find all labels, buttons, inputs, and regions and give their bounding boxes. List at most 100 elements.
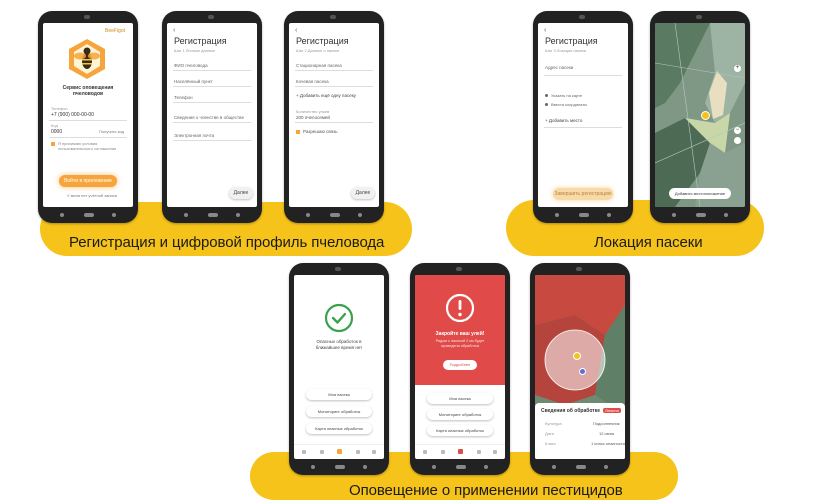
date-label: Дата <box>545 431 554 436</box>
tab-icon-1[interactable] <box>423 450 427 454</box>
brand-label: BeeFigot <box>105 28 126 34</box>
tab-icon-4[interactable] <box>477 450 481 454</box>
consent-checkbox[interactable] <box>51 142 55 146</box>
add-place-button[interactable]: + Добавить место <box>545 118 582 123</box>
screen-apiary-location-form: ‹ Регистрация Шаг 3 Локация пасеки Адрес… <box>538 23 628 207</box>
hive-count-field[interactable]: 200 пчелосемей <box>296 115 330 120</box>
tab-icon-4[interactable] <box>356 450 360 454</box>
code-field-label: Код <box>51 123 58 128</box>
consent-text: Я принимаю условия пользовательского сог… <box>58 141 117 151</box>
monitoring-button[interactable]: Мониторинг обработок <box>427 409 493 420</box>
divider <box>295 86 373 87</box>
danger-map-button[interactable]: Карта опасных обработок <box>427 425 493 436</box>
field-fio[interactable]: ФИО пчеловода <box>174 63 208 68</box>
address-field[interactable]: Адрес пасеки <box>545 65 573 70</box>
camera-dot <box>579 15 585 19</box>
alert-text: Рядом с пасекой 2 км будет проведена обр… <box>435 339 485 348</box>
field-email[interactable]: Электронная почта <box>174 133 214 138</box>
no-account-link[interactable]: У меня нет учётной записи <box>67 193 117 198</box>
apiary-marker-icon[interactable] <box>573 352 581 360</box>
divider <box>173 70 251 71</box>
back-arrow-icon[interactable]: ‹ <box>173 27 175 34</box>
crop-label: Культура <box>545 421 562 426</box>
phone-nav-bar <box>552 463 608 471</box>
add-hive-label: Добавить ещё одну пасеку <box>299 93 356 98</box>
locate-icon[interactable] <box>734 137 741 144</box>
finish-registration-button[interactable]: Завершить регистрацию <box>553 188 613 200</box>
page-title: Регистрация <box>174 36 227 46</box>
tab-icon-2[interactable] <box>320 450 324 454</box>
bottom-tab-bar <box>415 444 505 459</box>
divider <box>173 140 251 141</box>
my-apiary-button[interactable]: Моя пасека <box>306 389 372 400</box>
alert-title: Закройте ваш улей! <box>435 331 485 337</box>
add-location-button[interactable]: Добавить местоположение <box>669 188 731 199</box>
tab-icon-2[interactable] <box>441 450 445 454</box>
caption-registration: Регистрация и цифровой профиль пчеловода <box>69 234 385 251</box>
field-phone[interactable]: Телефон <box>174 95 193 100</box>
treatment-marker-icon[interactable] <box>579 368 586 375</box>
screen-danger-map: Сведения об обработке Опасно Культура По… <box>535 275 625 459</box>
contact-checkbox[interactable] <box>296 130 300 134</box>
satellite-map[interactable] <box>655 23 745 207</box>
page-subtitle: Шаг 1 Личные данные <box>174 48 216 53</box>
service-title: Сервис оповещения пчеловодов <box>62 85 114 97</box>
option-coords-radio[interactable] <box>545 103 548 106</box>
back-arrow-icon[interactable]: ‹ <box>295 27 297 34</box>
resend-code-link[interactable]: Получить код <box>99 129 124 134</box>
tab-icon-5[interactable] <box>493 450 497 454</box>
phone-login: BeeFigot Сервис оповещения пчеловодов Те… <box>38 11 138 223</box>
login-button[interactable]: Войти в приложение <box>59 175 117 187</box>
divider <box>49 120 127 121</box>
success-check-icon <box>324 303 354 333</box>
camera-dot <box>208 15 214 19</box>
next-button[interactable]: Далее <box>229 187 253 199</box>
screen-registration-step1: ‹ Регистрация Шаг 1 Личные данные ФИО пч… <box>167 23 257 207</box>
my-apiary-button[interactable]: Моя пасека <box>427 393 493 404</box>
field-locality[interactable]: Населённый пункт <box>174 79 213 84</box>
tab-icon-3[interactable] <box>337 449 342 454</box>
phone-registration-step1: ‹ Регистрация Шаг 1 Личные данные ФИО пч… <box>162 11 262 223</box>
monitoring-button[interactable]: Мониторинг обработок <box>306 406 372 417</box>
field-membership[interactable]: Сведения о членстве в обществе <box>174 115 244 120</box>
zoom-out-icon[interactable]: − <box>734 127 741 134</box>
tab-icon-1[interactable] <box>302 450 306 454</box>
page-subtitle: Шаг 3 Локация пасеки <box>545 48 587 53</box>
phone-nav-bar <box>184 211 240 219</box>
tab-icon-3[interactable] <box>458 449 463 454</box>
camera-dot <box>456 267 462 271</box>
screen-no-danger: Опасных обработок в ближайшее время нет … <box>294 275 384 459</box>
treatment-card-title: Сведения об обработке <box>541 408 601 414</box>
phone-field[interactable]: +7 (900) 000-00-00 <box>51 112 94 118</box>
divider <box>49 137 127 138</box>
tab-icon-5[interactable] <box>372 450 376 454</box>
contact-checkbox-label: Разрешаю связь <box>303 129 338 134</box>
hazard-class-label: Класс <box>545 441 556 446</box>
hive-count-label: Количество ульев <box>296 109 330 114</box>
phone-nav-bar <box>60 211 116 219</box>
divider <box>544 127 622 128</box>
alert-details-button[interactable]: Подробнее <box>443 360 477 370</box>
danger-badge: Опасно <box>603 408 621 413</box>
phone-nav-bar <box>306 211 362 219</box>
apiary-marker-icon[interactable] <box>701 111 710 120</box>
camera-dot <box>576 267 582 271</box>
screen-login: BeeFigot Сервис оповещения пчеловодов Те… <box>43 23 133 207</box>
option-coords-label: Ввести координаты <box>551 102 588 107</box>
divider <box>173 102 251 103</box>
option-map-label: Указать на карте <box>551 93 583 98</box>
option-stationary[interactable]: Стационарная пасека <box>296 63 342 68</box>
zoom-in-icon[interactable]: + <box>734 65 741 72</box>
code-field[interactable]: 0000 <box>51 129 62 135</box>
danger-map-button[interactable]: Карта опасных обработок <box>306 423 372 434</box>
back-arrow-icon[interactable]: ‹ <box>544 27 546 34</box>
phone-field-label: Телефон <box>51 106 68 111</box>
next-button[interactable]: Далее <box>351 187 375 199</box>
page-subtitle: Шаг 2 Данные о пасеке <box>296 48 340 53</box>
phone-nav-bar <box>555 211 611 219</box>
screen-registration-step2: ‹ Регистрация Шаг 2 Данные о пасеке Стац… <box>289 23 379 207</box>
add-hive-button[interactable]: + Добавить ещё одну пасеку <box>296 93 356 98</box>
option-nomadic[interactable]: Кочевая пасека <box>296 79 329 84</box>
option-map-radio[interactable] <box>545 94 548 97</box>
divider <box>295 122 373 123</box>
